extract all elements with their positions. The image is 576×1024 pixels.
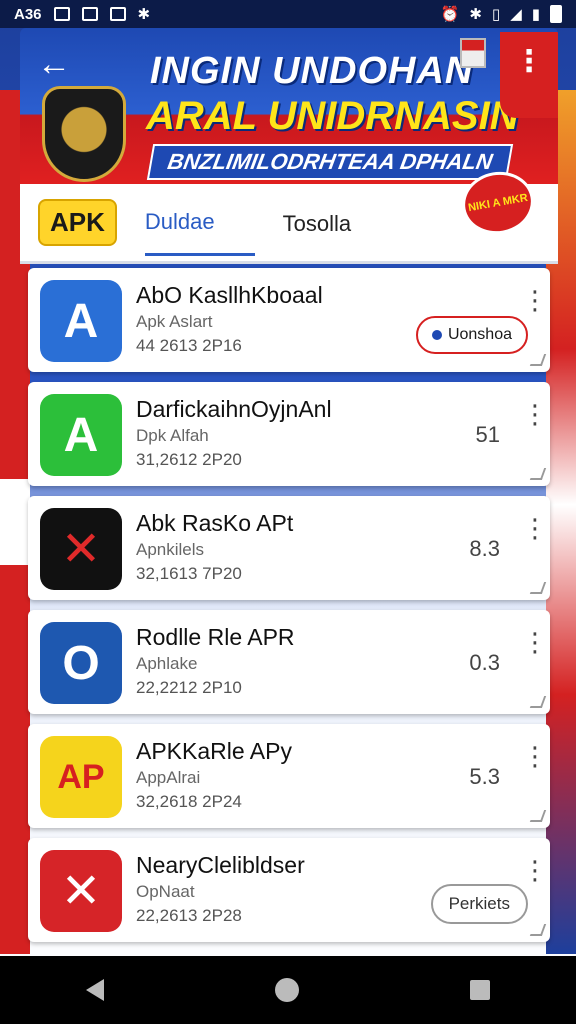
app-store-green-icon: A — [40, 394, 122, 476]
more-options-icon[interactable]: ⋮ — [522, 401, 548, 427]
app-subtitle: AppAlrai — [136, 768, 201, 787]
open-button[interactable]: Perkiets — [430, 884, 528, 924]
app-name: Abk RasKo APt — [136, 510, 294, 536]
app-list-item[interactable]: AP APKKaRle APy AppAlrai 32,2618 2P24 5.… — [28, 724, 550, 828]
app-date: 22,2613 2P28 — [136, 906, 242, 925]
bluetooth-small-icon: ✱ — [137, 6, 151, 23]
app-list-item[interactable]: ✕ Abk RasKo APt Apnkilels 32,1613 7P20 8… — [28, 496, 550, 600]
header-banner: ← INGIN UNDOHAN ARAL UNIDRNASIN BNZLIMIL… — [20, 28, 558, 184]
nav-home-icon[interactable] — [274, 978, 299, 1002]
app-list: A AbO KasllhKboaal Apk Aslart 44 2613 2P… — [28, 268, 550, 952]
download-dot-icon — [431, 330, 442, 340]
app-subtitle: OpNaat — [136, 882, 195, 901]
battery-icon — [550, 5, 562, 23]
apk-yellow-app-icon: AP — [40, 736, 122, 818]
more-options-icon[interactable]: ⋮ — [522, 857, 548, 883]
notification-icon — [109, 7, 126, 21]
app-name: AbO KasllhKboaal — [136, 282, 323, 308]
app-subtitle: Apnkilels — [136, 540, 205, 559]
nav-back-icon[interactable] — [85, 979, 104, 1001]
app-name: NearyClelibldser — [136, 852, 305, 878]
nav-recents-icon[interactable] — [470, 980, 491, 1000]
x-red-app-icon: ✕ — [40, 850, 122, 932]
tab-bar: APK Duldae Tosolla NIKI A MKR — [20, 166, 558, 264]
app-list-item[interactable]: A AbO KasllhKboaal Apk Aslart 44 2613 2P… — [28, 268, 550, 372]
app-rating: 51 — [475, 422, 500, 447]
app-subtitle: Dpk Alfah — [136, 426, 209, 445]
tab-tosolla[interactable]: Tosolla — [283, 191, 351, 255]
more-options-icon[interactable]: ⋮ — [522, 743, 548, 769]
status-bar: A36 ✱ ⏰ ✱ ▯ ◢ ▮ — [0, 0, 576, 28]
signal-icon: ▮ — [531, 6, 540, 23]
app-name: APKKaRle APy — [136, 738, 292, 764]
system-nav-bar — [0, 956, 576, 1024]
resize-handle-icon — [529, 582, 547, 594]
app-subtitle: Apk Aslart — [136, 312, 213, 331]
app-name: Rodlle Rle APR — [136, 624, 295, 650]
alarm-icon: ⏰ — [440, 6, 460, 23]
ballot-box-icon — [460, 38, 486, 68]
more-options-icon[interactable]: ⋮ — [522, 515, 548, 541]
resize-handle-icon — [529, 354, 547, 366]
app-rating: 0.3 — [469, 650, 500, 675]
app-rating: 8.3 — [469, 536, 500, 561]
app-date: 44 2613 2P16 — [136, 336, 242, 355]
banner-title-line1: INGIN UNDOHAN — [150, 50, 474, 92]
app-store-icon: A — [40, 280, 122, 362]
bluetooth-icon: ✱ — [469, 6, 482, 23]
vibrate-icon: ▯ — [491, 6, 501, 23]
gallery-icon — [53, 7, 70, 21]
app-list-item[interactable]: ✕ NearyClelibldser OpNaat 22,2613 2P28 ⋮… — [28, 838, 550, 942]
banner-ribbon: BNZLIMILODRHTEAA DPHALN — [146, 144, 514, 180]
app-name: DarfickaihnOyjnAnl — [136, 396, 332, 422]
emblem-logo — [42, 86, 126, 182]
app-date: 22,2212 2P10 — [136, 678, 242, 697]
image-icon — [81, 7, 98, 21]
resize-handle-icon — [529, 810, 547, 822]
app-rating: 5.3 — [469, 764, 500, 789]
app-list-item[interactable]: O Rodlle Rle APR Aphlake 22,2212 2P10 0.… — [28, 610, 550, 714]
circle-app-icon: O — [40, 622, 122, 704]
app-date: 31,2612 2P20 — [136, 450, 242, 469]
more-options-icon[interactable]: ⋮ — [522, 287, 548, 313]
wifi-icon: ◢ — [510, 6, 522, 23]
resize-handle-icon — [529, 696, 547, 708]
overflow-menu-icon[interactable]: ⋮ — [500, 32, 558, 118]
tab-duldae[interactable]: Duldae — [144, 189, 255, 256]
more-options-icon[interactable]: ⋮ — [522, 629, 548, 655]
app-list-item[interactable]: A DarfickaihnOyjnAnl Dpk Alfah 31,2612 2… — [28, 382, 550, 486]
back-arrow-icon[interactable]: ← — [34, 44, 74, 84]
app-date: 32,1613 7P20 — [136, 564, 242, 583]
download-button-label: Uonshoa — [447, 326, 512, 343]
status-time: A36 — [14, 5, 42, 23]
download-button[interactable]: Uonshoa — [415, 316, 528, 354]
app-subtitle: Aphlake — [136, 654, 198, 673]
resize-handle-icon — [529, 924, 547, 936]
apk-logo: APK — [38, 199, 117, 246]
banner-title-line2: ARAL UNIDRNASIN — [146, 94, 519, 138]
resize-handle-icon — [529, 468, 547, 480]
x-app-icon: ✕ — [40, 508, 122, 590]
app-date: 32,2618 2P24 — [136, 792, 242, 811]
